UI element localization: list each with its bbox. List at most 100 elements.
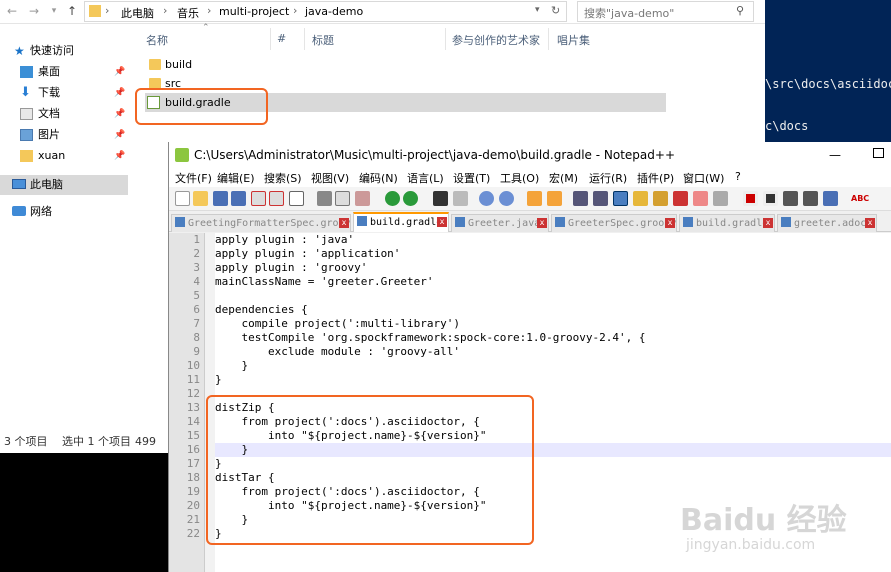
- menu-macro[interactable]: 宏(M): [549, 170, 578, 186]
- menu-settings[interactable]: 设置(T): [453, 170, 490, 186]
- find-icon[interactable]: [433, 191, 448, 206]
- monitoring-icon[interactable]: [713, 191, 728, 206]
- menu-run[interactable]: 运行(R): [589, 170, 627, 186]
- refresh-icon[interactable]: ↻: [551, 4, 560, 17]
- save-macro-icon[interactable]: [823, 191, 838, 206]
- folder-icon: [20, 150, 33, 162]
- sidebar-item-this-pc[interactable]: 此电脑: [0, 175, 128, 195]
- sidebar-item-quick-access[interactable]: ★ 快速访问: [0, 41, 128, 61]
- close-tab-icon[interactable]: x: [437, 217, 447, 227]
- breadcrumb-item[interactable]: 此电脑: [121, 5, 154, 21]
- close-file-icon[interactable]: [251, 191, 266, 206]
- paste-icon[interactable]: [355, 191, 370, 206]
- open-file-icon[interactable]: [193, 191, 208, 206]
- search-icon[interactable]: ⚲: [736, 4, 744, 17]
- close-tab-icon[interactable]: x: [763, 218, 773, 228]
- close-tab-icon[interactable]: x: [865, 218, 875, 228]
- sidebar-item-network[interactable]: 网络: [0, 202, 128, 222]
- chevron-down-icon[interactable]: ▾: [535, 5, 540, 15]
- save-all-icon[interactable]: [231, 191, 246, 206]
- show-all-chars-icon[interactable]: [593, 191, 608, 206]
- up-arrow-icon[interactable]: ↑: [64, 3, 80, 19]
- menu-view[interactable]: 视图(V): [311, 170, 349, 186]
- tab-greeter-java[interactable]: Greeter.java x: [451, 214, 549, 232]
- cut-icon[interactable]: [317, 191, 332, 206]
- play-macro-icon[interactable]: [783, 191, 798, 206]
- breadcrumb-item[interactable]: 音乐: [177, 5, 199, 21]
- spell-check-icon[interactable]: ABC: [851, 191, 869, 206]
- redo-icon[interactable]: [403, 191, 418, 206]
- code-line: testCompile 'org.spockframework:spock-co…: [215, 331, 646, 344]
- tab-build-gradle-2[interactable]: build.gradle x: [679, 214, 775, 232]
- close-all-icon[interactable]: [269, 191, 284, 206]
- new-file-icon[interactable]: [175, 191, 190, 206]
- path-box[interactable]: › 此电脑 › 音乐 › multi-project › java-demo ▾…: [84, 1, 567, 22]
- sidebar-item-pictures[interactable]: 图片 📌: [0, 125, 128, 145]
- code-line: apply plugin : 'groovy': [215, 261, 368, 274]
- menu-tools[interactable]: 工具(O): [500, 170, 539, 186]
- line-number: 16: [186, 443, 200, 456]
- column-header-album[interactable]: 唱片集: [557, 32, 590, 48]
- save-icon[interactable]: [213, 191, 228, 206]
- udl-icon[interactable]: [633, 191, 648, 206]
- column-header-artist[interactable]: 参与创作的艺术家: [452, 32, 540, 48]
- column-header-title[interactable]: 标题: [312, 32, 334, 48]
- close-tab-icon[interactable]: x: [537, 218, 547, 228]
- copy-icon[interactable]: [335, 191, 350, 206]
- menu-encoding[interactable]: 编码(N): [359, 170, 398, 186]
- menu-window[interactable]: 窗口(W): [683, 170, 724, 186]
- function-list-icon[interactable]: [673, 191, 688, 206]
- menu-search[interactable]: 搜索(S): [264, 170, 302, 186]
- minimize-icon[interactable]: —: [829, 142, 841, 168]
- indent-guide-icon[interactable]: [613, 191, 628, 206]
- powershell-window[interactable]: \src\docs\asciidoc c\docs: [765, 0, 891, 142]
- doc-map-icon[interactable]: [653, 191, 668, 206]
- replace-icon[interactable]: [453, 191, 468, 206]
- zoom-in-icon[interactable]: [479, 191, 494, 206]
- recent-chevron-icon[interactable]: ▾: [46, 3, 62, 19]
- code-line: dependencies {: [215, 303, 308, 316]
- tab-greeterspec-groovy[interactable]: GreeterSpec.groovy x: [551, 214, 677, 232]
- highlight-box-code: [206, 395, 534, 545]
- undo-icon[interactable]: [385, 191, 400, 206]
- column-header-number[interactable]: #: [277, 32, 286, 45]
- back-arrow-icon[interactable]: ←: [4, 3, 20, 19]
- zoom-out-icon[interactable]: [499, 191, 514, 206]
- menu-help[interactable]: ?: [735, 170, 741, 183]
- line-number: 5: [193, 289, 200, 302]
- tab-greetingformatterspec[interactable]: GreetingFormatterSpec.groovy x: [171, 214, 351, 232]
- sidebar-item-xuan[interactable]: xuan 📌: [0, 146, 128, 166]
- file-tab-icon: [175, 217, 185, 227]
- close-tab-icon[interactable]: x: [665, 218, 675, 228]
- word-wrap-icon[interactable]: [573, 191, 588, 206]
- notepad-app-icon: [175, 148, 189, 162]
- close-tab-icon[interactable]: x: [339, 218, 349, 228]
- breadcrumb-item[interactable]: java-demo: [305, 5, 363, 18]
- menu-language[interactable]: 语言(L): [407, 170, 444, 186]
- menu-file[interactable]: 文件(F): [175, 170, 212, 186]
- sync-scroll-horizontal-icon[interactable]: [547, 191, 562, 206]
- line-number: 8: [193, 331, 200, 344]
- sync-scroll-vertical-icon[interactable]: [527, 191, 542, 206]
- search-input[interactable]: 搜索"java-demo" ⚲: [577, 1, 754, 22]
- tab-greeter-adoc[interactable]: greeter.adoc x: [777, 214, 877, 232]
- forward-arrow-icon[interactable]: →: [26, 3, 42, 19]
- sidebar-item-desktop[interactable]: 桌面 📌: [0, 62, 128, 82]
- stop-macro-icon[interactable]: [763, 191, 778, 206]
- record-macro-icon[interactable]: [743, 191, 758, 206]
- menu-edit[interactable]: 编辑(E): [217, 170, 255, 186]
- tab-build-gradle-active[interactable]: build.gradle x: [353, 212, 449, 232]
- print-icon[interactable]: [289, 191, 304, 206]
- column-header-name[interactable]: 名称: [146, 32, 168, 48]
- menu-plugins[interactable]: 插件(P): [637, 170, 674, 186]
- maximize-icon[interactable]: [873, 148, 884, 158]
- breadcrumb-item[interactable]: multi-project: [219, 5, 289, 18]
- line-number: 2: [193, 247, 200, 260]
- sidebar-item-documents[interactable]: 文档 📌: [0, 104, 128, 124]
- sidebar-item-downloads[interactable]: ⬇ 下载 📌: [0, 83, 128, 103]
- computer-icon: [12, 179, 26, 189]
- folder-as-workspace-icon[interactable]: [693, 191, 708, 206]
- toolbar: ABC: [169, 187, 891, 211]
- file-row-build[interactable]: build: [145, 55, 666, 74]
- play-multiple-icon[interactable]: [803, 191, 818, 206]
